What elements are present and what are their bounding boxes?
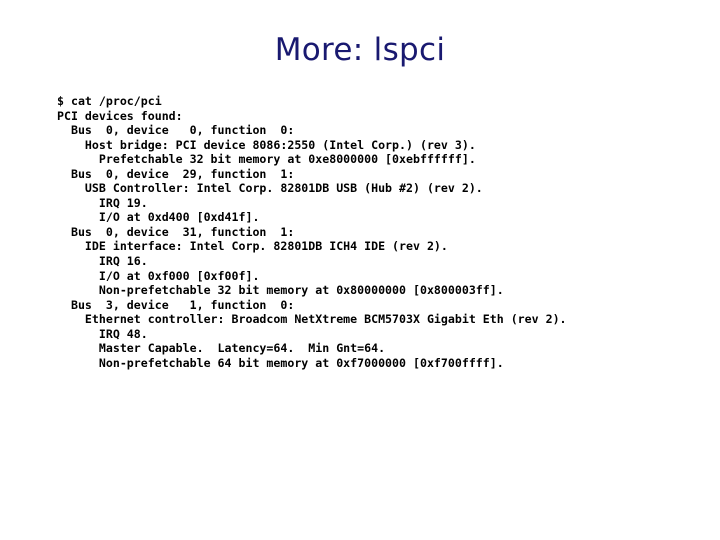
console-output-block: $ cat /proc/pci PCI devices found: Bus 0,…	[57, 94, 697, 370]
console-output-line: IRQ 16.	[57, 254, 148, 269]
slide-title: More: lspci	[274, 32, 446, 68]
console-output-line: Master Capable. Latency=64. Min Gnt=64.	[57, 341, 386, 356]
presentation-slide: More: lspci $ cat /proc/pci PCI devices f…	[0, 0, 720, 540]
console-output-line: USB Controller: Intel Corp. 82801DB USB …	[57, 181, 483, 196]
console-output-line: Host bridge: PCI device 8086:2550 (Intel…	[57, 137, 476, 152]
console-output-line: Bus 0, device 29, function 1:	[57, 166, 295, 181]
console-output-line: Non-prefetchable 32 bit memory at 0x8000…	[57, 283, 504, 298]
console-output-line: Prefetchable 32 bit memory at 0xe8000000…	[57, 152, 476, 167]
console-output-line: Bus 0, device 0, function 0:	[57, 123, 295, 138]
console-output-line: Non-prefetchable 64 bit memory at 0xf700…	[57, 355, 504, 370]
console-output-line: PCI devices found:	[57, 108, 183, 123]
console-output-line: Ethernet controller: Broadcom NetXtreme …	[57, 312, 567, 327]
console-output-line: I/O at 0xf000 [0xf00f].	[57, 268, 260, 283]
console-output-line: IRQ 48.	[57, 326, 148, 341]
console-output-line: IRQ 19.	[57, 195, 148, 210]
console-output-line: I/O at 0xd400 [0xd41f].	[57, 210, 260, 225]
console-command-line: $ cat /proc/pci	[57, 94, 162, 108]
console-output-line: Bus 3, device 1, function 0:	[57, 297, 295, 312]
console-output-line: Bus 0, device 31, function 1:	[57, 224, 295, 239]
console-output-line: IDE interface: Intel Corp. 82801DB ICH4 …	[57, 239, 448, 254]
